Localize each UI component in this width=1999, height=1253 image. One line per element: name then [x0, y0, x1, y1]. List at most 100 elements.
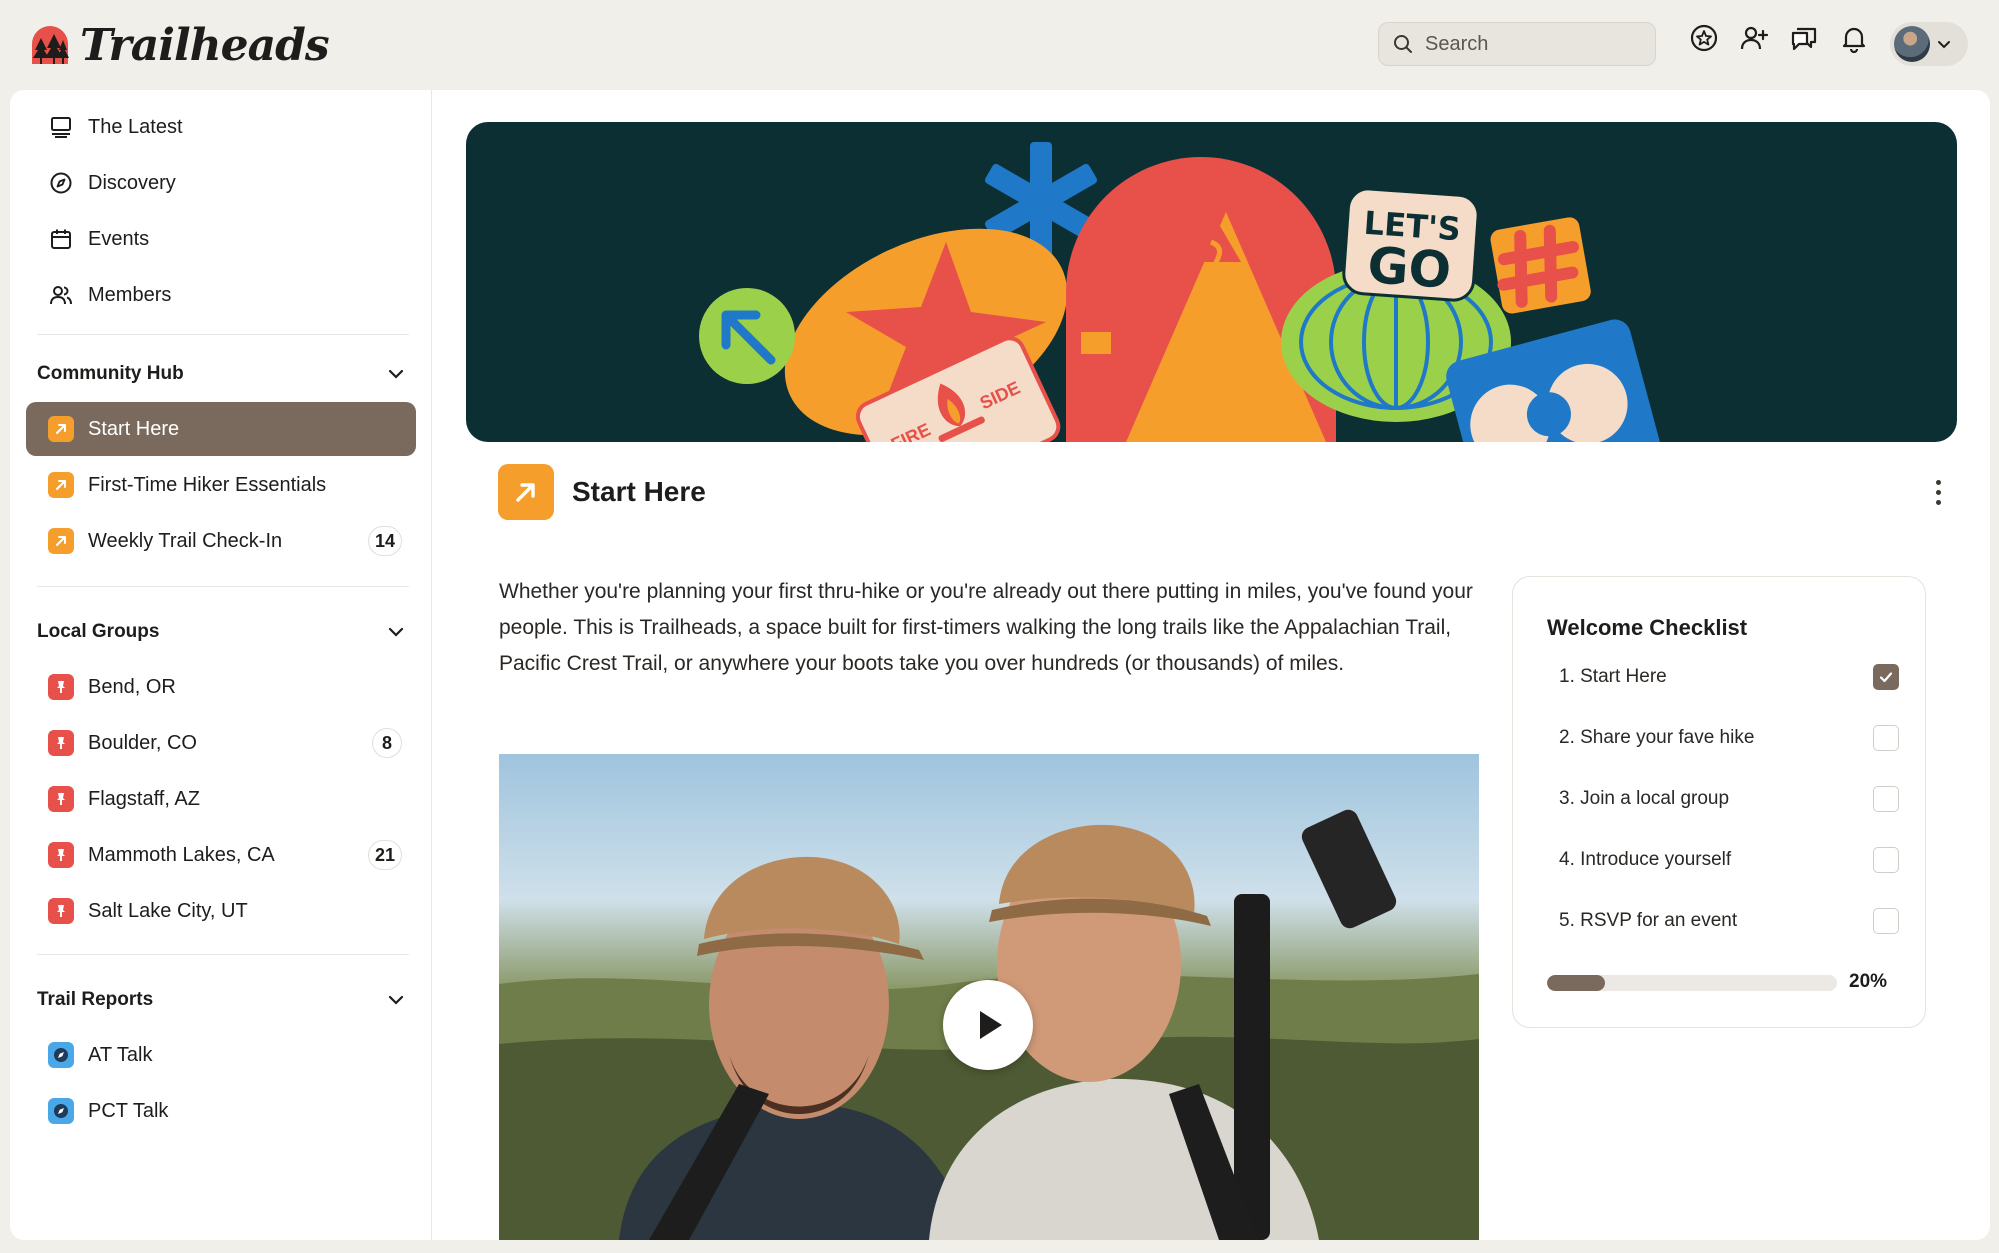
sidebar-divider: [37, 586, 409, 587]
page-header: Start Here: [498, 464, 1958, 524]
header-actions: [1688, 22, 1870, 54]
sidebar-item-pct-talk[interactable]: PCT Talk: [26, 1084, 416, 1138]
sidebar-item-label: Weekly Trail Check-In: [88, 529, 283, 552]
avatar[interactable]: [1894, 26, 1930, 62]
sidebar-item-label: The Latest: [88, 115, 183, 138]
pin-icon: [48, 786, 74, 812]
sidebar-item-weekly-trail-check-in[interactable]: Weekly Trail Check-In 14: [26, 514, 416, 568]
unread-count-badge: 14: [367, 526, 402, 556]
content-panel: The Latest Discovery Events Members Comm…: [10, 90, 1990, 1240]
checklist-item-start-here[interactable]: 1. Start Here: [1559, 657, 1899, 697]
sidebar-item-label: Mammoth Lakes, CA: [88, 843, 275, 866]
play-icon: [980, 1011, 1002, 1039]
sidebar-item-boulder-co[interactable]: Boulder, CO 8: [26, 716, 416, 770]
checklist-item-share-hike[interactable]: 2. Share your fave hike: [1559, 718, 1899, 758]
sidebar-item-label: Flagstaff, AZ: [88, 787, 200, 810]
checklist-progress-label: 20%: [1849, 971, 1888, 992]
chevron-down-icon: [1938, 41, 1950, 49]
search-box[interactable]: [1378, 22, 1656, 66]
section-title: Trail Reports: [37, 989, 154, 1010]
pin-icon: [48, 730, 74, 756]
sidebar-item-label: Boulder, CO: [88, 731, 197, 754]
sidebar: The Latest Discovery Events Members Comm…: [10, 90, 432, 1240]
checklist-item-introduce-yourself[interactable]: 4. Introduce yourself: [1559, 840, 1899, 880]
chevron-down-icon: [388, 369, 404, 379]
sidebar-item-flagstaff-az[interactable]: Flagstaff, AZ: [26, 772, 416, 826]
sidebar-item-label: First-Time Hiker Essentials: [88, 473, 327, 496]
sidebar-item-label: Start Here: [88, 417, 180, 440]
sidebar-item-bend-or[interactable]: Bend, OR: [26, 660, 416, 714]
sidebar-item-label: Events: [88, 227, 150, 250]
sidebar-item-label: Salt Lake City, UT: [88, 899, 248, 922]
intro-paragraph: Whether you're planning your first thru-…: [499, 580, 1473, 675]
add-user-icon[interactable]: [1738, 22, 1770, 54]
sidebar-item-at-talk[interactable]: AT Talk: [26, 1028, 416, 1082]
search-icon: [1394, 35, 1412, 53]
stickers-illustration: FIRE SIDE LET'S GO: [699, 142, 1662, 442]
trees-logo-icon: [32, 25, 69, 64]
pin-icon: [48, 842, 74, 868]
lets-go-text-bottom: GO: [1366, 236, 1453, 300]
top-bar: Trailheads: [0, 0, 1999, 90]
star-badge-icon[interactable]: [1688, 22, 1720, 54]
compass-icon: [48, 170, 74, 196]
sidebar-item-first-time-hiker-essentials[interactable]: First-Time Hiker Essentials: [26, 458, 416, 512]
sidebar-item-start-here[interactable]: Start Here: [26, 402, 416, 456]
hero-banner: FIRE SIDE LET'S GO: [466, 122, 1957, 442]
sidebar-item-salt-lake-city-ut[interactable]: Salt Lake City, UT: [26, 884, 416, 938]
checkbox[interactable]: [1873, 908, 1899, 934]
checklist-item-join-group[interactable]: 3. Join a local group: [1559, 779, 1899, 819]
sidebar-item-events[interactable]: Events: [26, 212, 416, 266]
bell-icon[interactable]: [1838, 22, 1870, 54]
search-input[interactable]: [1423, 31, 1647, 57]
unread-count-badge: 21: [367, 840, 402, 870]
monitor-icon: [48, 114, 74, 140]
sidebar-item-label: Discovery: [88, 171, 176, 194]
app-logo[interactable]: Trailheads: [28, 20, 330, 71]
sidebar-divider: [37, 334, 409, 335]
app-name: Trailheads: [80, 20, 330, 71]
checklist-progress-bar: [1547, 975, 1837, 991]
compass-icon: [48, 1042, 74, 1068]
checklist-item-label: 4. Introduce yourself: [1559, 849, 1732, 870]
page-title: Start Here: [572, 476, 706, 507]
section-header-trail-reports[interactable]: Trail Reports: [37, 980, 407, 1020]
calendar-icon: [48, 226, 74, 252]
checkbox-checked[interactable]: [1873, 664, 1899, 690]
sidebar-item-the-latest[interactable]: The Latest: [26, 100, 416, 154]
sidebar-item-label: Members: [88, 283, 172, 306]
sidebar-item-label: AT Talk: [88, 1043, 153, 1066]
section-title: Local Groups: [37, 621, 160, 642]
more-options-icon[interactable]: [1918, 470, 1958, 514]
checklist-item-label: 1. Start Here: [1559, 666, 1667, 687]
sidebar-item-label: PCT Talk: [88, 1099, 169, 1122]
play-button[interactable]: [943, 980, 1033, 1070]
section-title: Community Hub: [37, 363, 184, 384]
section-header-local-groups[interactable]: Local Groups: [37, 612, 407, 652]
compass-icon: [48, 1098, 74, 1124]
checklist-item-label: 5. RSVP for an event: [1559, 910, 1738, 931]
chat-icon[interactable]: [1788, 22, 1820, 54]
checkmark-icon: [1879, 672, 1893, 683]
members-icon: [48, 282, 74, 308]
unread-count-badge: 8: [372, 728, 402, 758]
arrow-up-right-icon: [498, 464, 554, 520]
intro-video[interactable]: [499, 754, 1479, 1240]
user-menu[interactable]: [1890, 22, 1968, 66]
arrow-up-right-icon: [48, 528, 74, 554]
chevron-down-icon: [388, 995, 404, 1005]
sidebar-divider: [37, 954, 409, 955]
section-header-community-hub[interactable]: Community Hub: [37, 354, 407, 394]
checklist-title: Welcome Checklist: [1547, 615, 1748, 640]
pin-icon: [48, 674, 74, 700]
sidebar-item-mammoth-lakes-ca[interactable]: Mammoth Lakes, CA 21: [26, 828, 416, 882]
checklist-item-label: 3. Join a local group: [1559, 788, 1730, 809]
checklist-item-label: 2. Share your fave hike: [1559, 727, 1755, 748]
checklist-item-rsvp-event[interactable]: 5. RSVP for an event: [1559, 901, 1899, 941]
sidebar-item-members[interactable]: Members: [26, 268, 416, 322]
checkbox[interactable]: [1873, 786, 1899, 812]
checkbox[interactable]: [1873, 725, 1899, 751]
arrow-up-right-icon: [48, 472, 74, 498]
sidebar-item-discovery[interactable]: Discovery: [26, 156, 416, 210]
checkbox[interactable]: [1873, 847, 1899, 873]
